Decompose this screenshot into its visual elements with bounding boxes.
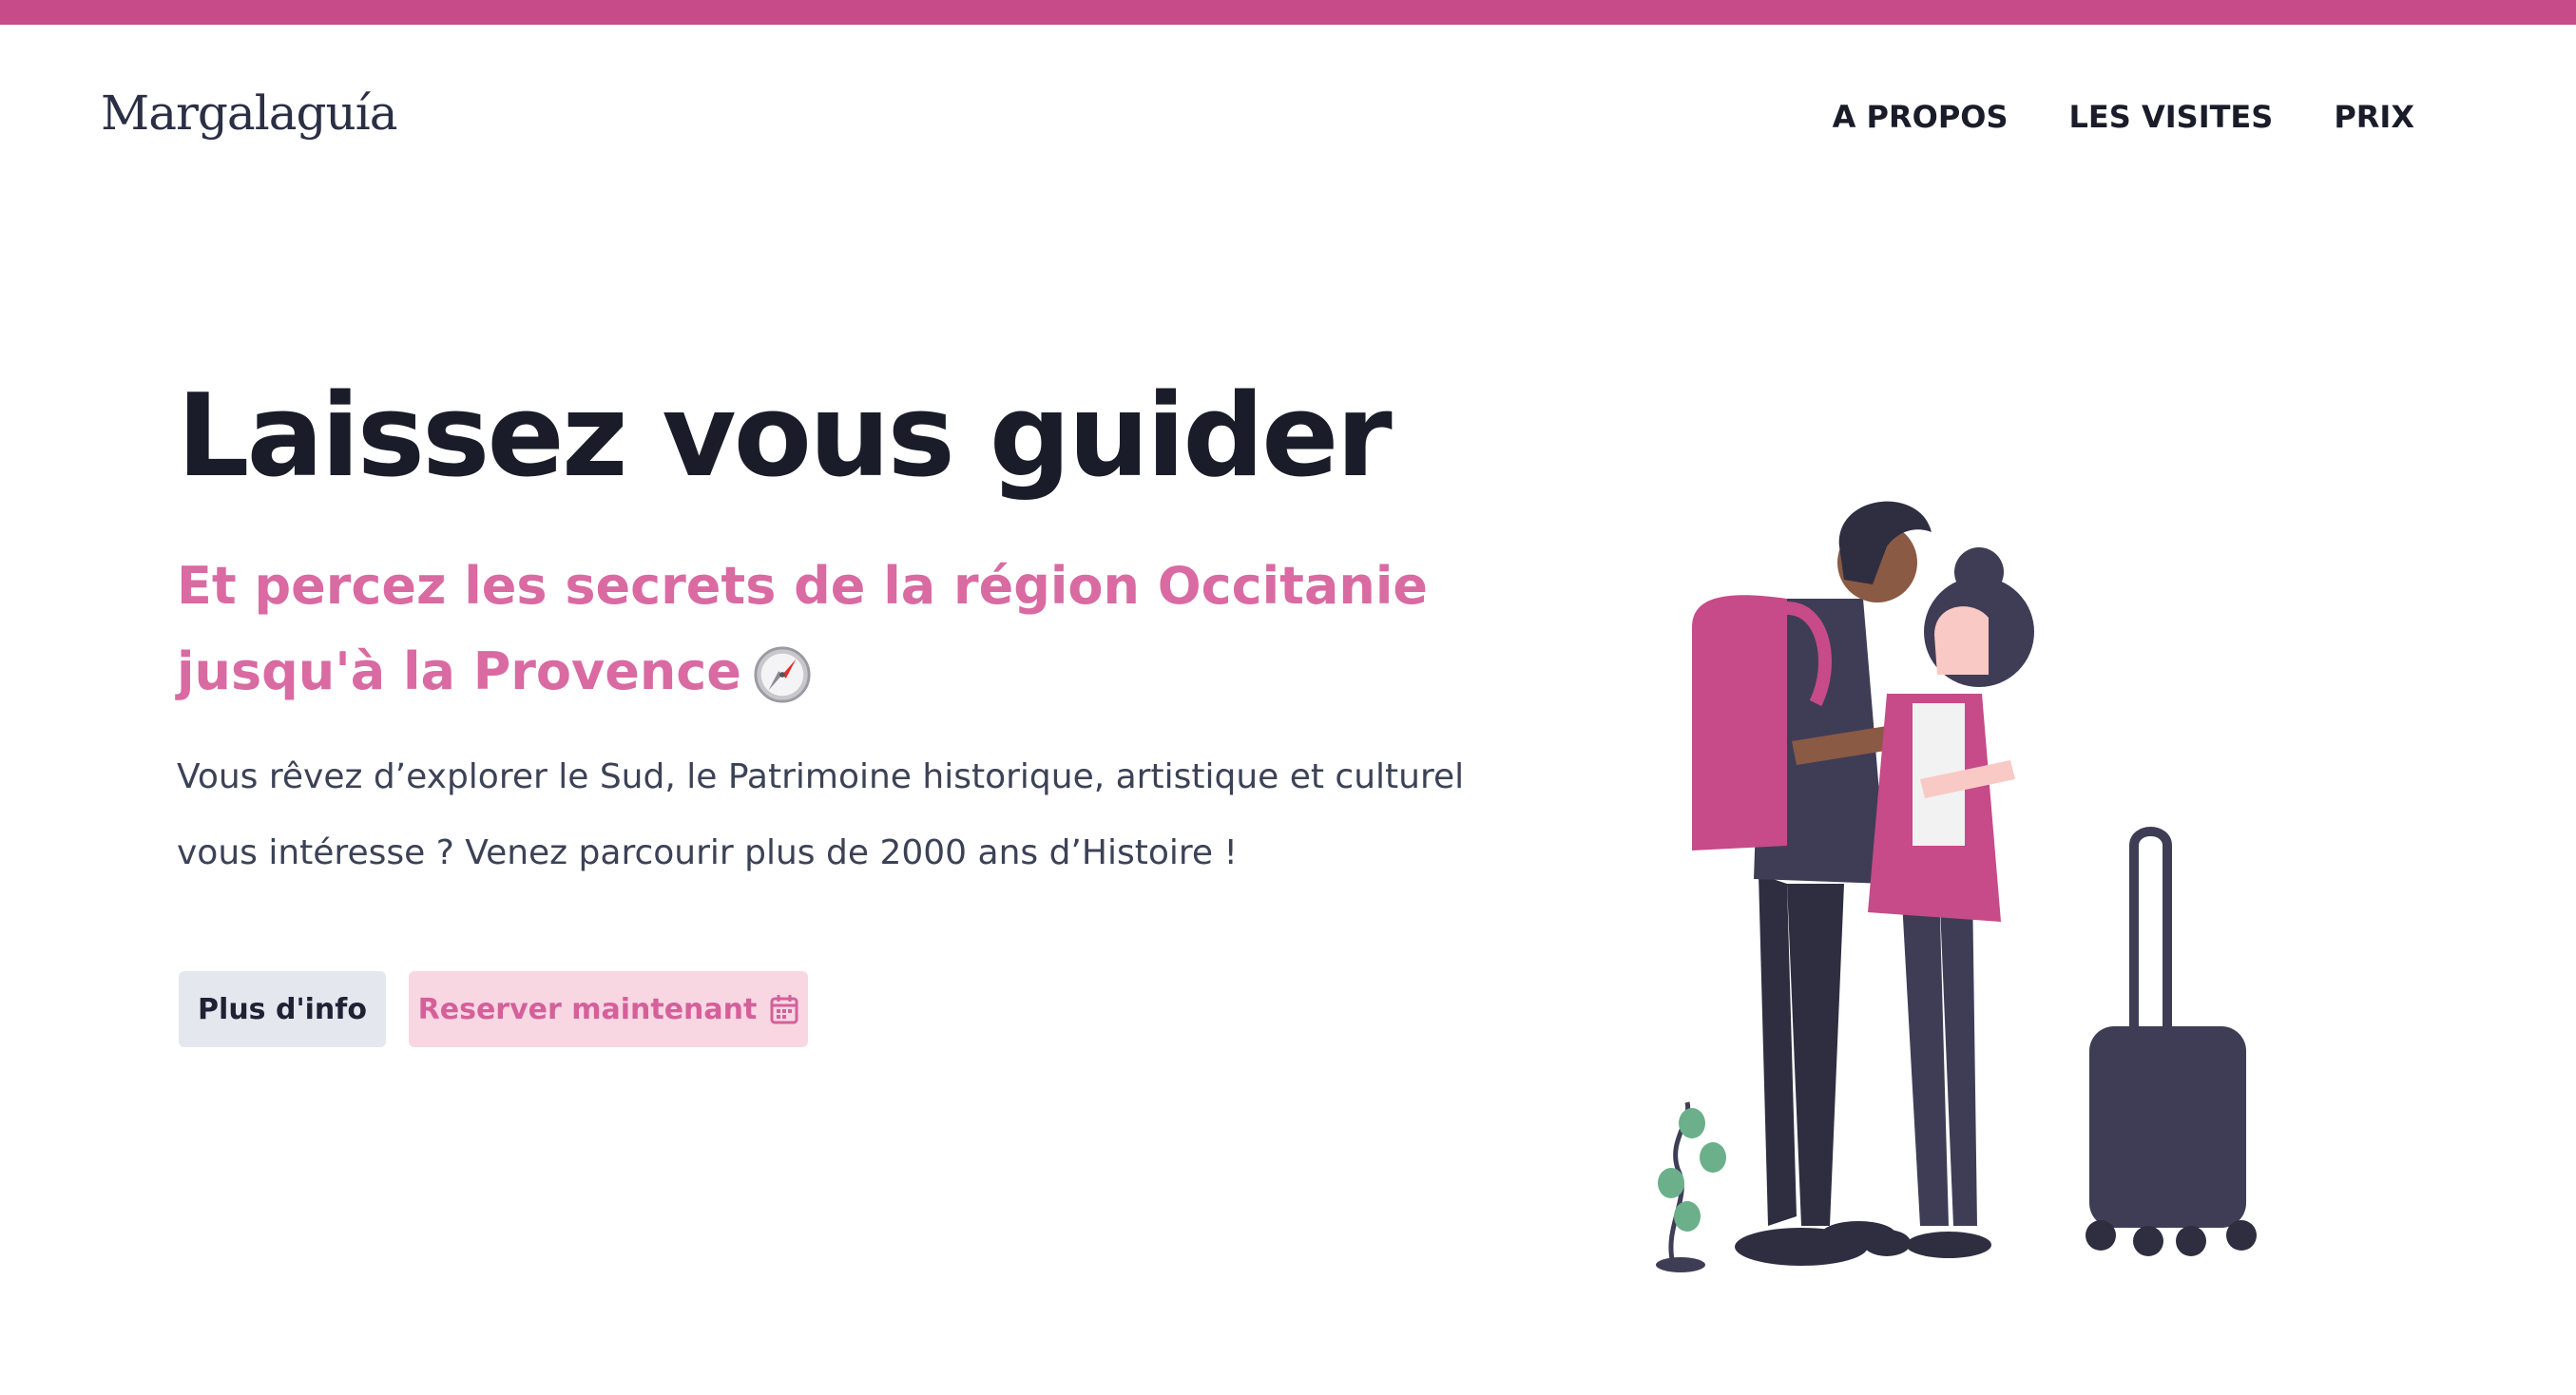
hero-description: Vous rêvez d’explorer le Sud, le Patrimo… [177,757,1465,872]
compass-icon [754,646,811,703]
book-now-button-label: Reserver maintenant [417,992,758,1026]
travelers-illustration [1656,501,2257,1272]
hero-title: Laissez vous guider [177,371,1393,503]
book-now-button[interactable]: Reserver maintenant [409,971,808,1047]
woman-figure [1863,547,2034,1258]
more-info-button[interactable]: Plus d'info [179,971,386,1047]
more-info-button-label: Plus d'info [198,992,367,1026]
plant-icon [1656,1101,1726,1272]
suitcase-icon [2086,827,2257,1256]
nav-link-a-propos[interactable]: A PROPOS [1833,99,2009,135]
calendar-icon [770,995,798,1024]
nav-link-les-visites[interactable]: LES VISITES [2069,99,2274,135]
brand-top-bar [0,0,2576,25]
site-logo[interactable]: Margalaguía [101,86,398,141]
main-nav: A PROPOS LES VISITES PRIX [1833,99,2414,135]
hero-subtitle: Et percez les secrets de la région Occit… [177,544,1460,715]
nav-link-prix[interactable]: PRIX [2334,99,2414,135]
